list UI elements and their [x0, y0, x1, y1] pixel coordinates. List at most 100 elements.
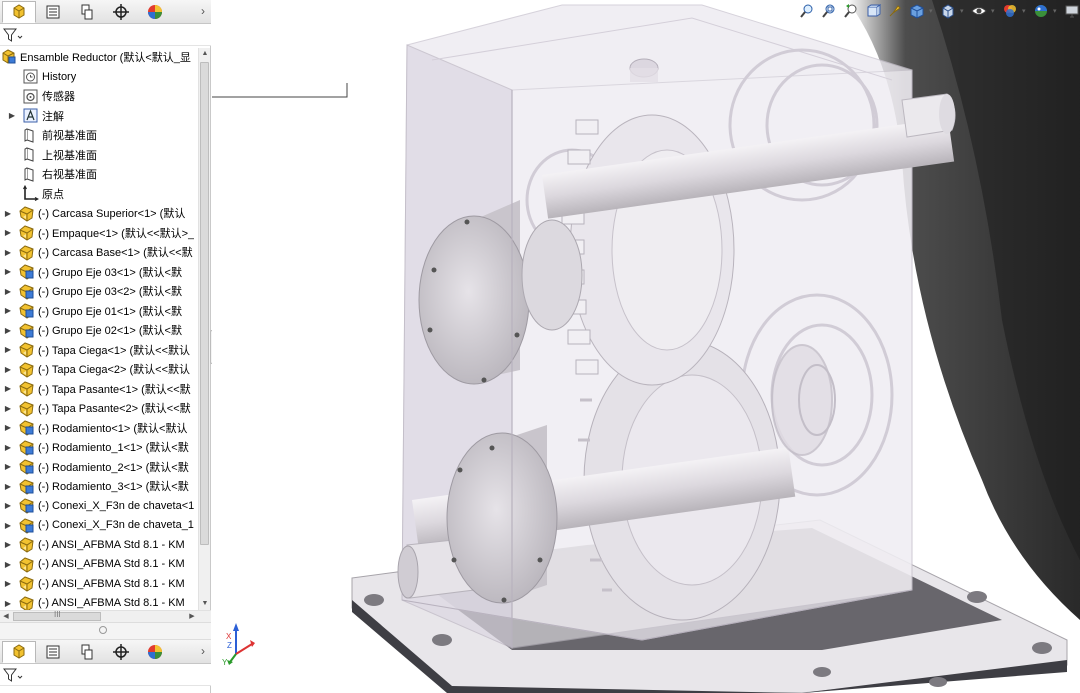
tree-item[interactable]: ▶ (-) Rodamiento_1<1> (默认<默 — [0, 438, 198, 457]
tree-item[interactable]: ▶ (-) Tapa Pasante<1> (默认<<默 — [0, 379, 198, 398]
tree-item[interactable]: ▶ (-) Grupo Eje 03<1> (默认<默 — [0, 262, 198, 281]
previous-view-button[interactable] — [841, 1, 861, 21]
tree-item[interactable]: 原点 — [0, 184, 198, 203]
expand-arrow-icon[interactable]: ▶ — [3, 228, 13, 237]
expand-arrow-icon[interactable]: ▶ — [3, 345, 13, 354]
tree-item[interactable]: ▶ (-) ANSI_AFBMA Std 8.1 - KM — [0, 574, 198, 593]
panel-tab-bar: › — [0, 0, 211, 24]
expand-arrow-icon[interactable]: ▶ — [3, 540, 13, 549]
tree-item[interactable]: ▶ (-) ANSI_AFBMA Std 8.1 - KM — [0, 594, 198, 610]
tree-item[interactable]: ▶ (-) Conexi_X_F3n de chaveta<1 — [0, 496, 198, 515]
tree-vertical-scrollbar[interactable]: ▲ ▼ — [198, 48, 210, 610]
tree-item[interactable]: History — [0, 67, 198, 86]
expand-arrow-icon[interactable]: ▶ — [3, 599, 13, 608]
scroll-thumb[interactable] — [200, 62, 209, 545]
expand-arrow-icon[interactable]: ▶ — [3, 579, 13, 588]
panel-splitter[interactable] — [0, 622, 211, 640]
tree-item[interactable]: ▶ (-) Rodamiento_2<1> (默认<默 — [0, 457, 198, 476]
expand-arrow-icon[interactable]: ▶ — [3, 326, 13, 335]
tree-item[interactable]: ▶ (-) ANSI_AFBMA Std 8.1 - KM — [0, 535, 198, 554]
dropdown-arrow-icon[interactable]: ▾ — [1053, 7, 1060, 15]
expand-arrow-icon[interactable]: ▶ — [3, 423, 13, 432]
apply-scene-button[interactable] — [1031, 1, 1051, 21]
part-icon — [18, 575, 35, 592]
expand-arrow-icon[interactable]: ▶ — [3, 462, 13, 471]
edit-appearance-button[interactable] — [1000, 1, 1020, 21]
featuremanager-tab[interactable] — [2, 1, 36, 23]
tree-item[interactable]: ▶ 注解 — [0, 106, 198, 125]
dropdown-arrow-icon[interactable]: ▾ — [1022, 7, 1029, 15]
gear-reducer-model[interactable] — [212, 0, 1080, 693]
expand-arrow-icon[interactable]: ▶ — [3, 560, 13, 569]
tree-item[interactable]: ▶ (-) Rodamiento_3<1> (默认<默 — [0, 477, 198, 496]
tree-item[interactable]: ▶ (-) Empaque<1> (默认<<默认>_ — [0, 223, 198, 242]
displaymanager-tab[interactable] — [138, 1, 172, 23]
tree-item-label: (-) Grupo Eje 02<1> (默认<默 — [38, 325, 182, 337]
expand-arrow-icon[interactable]: ▶ — [3, 306, 13, 315]
tree-item[interactable]: ▶ (-) Tapa Ciega<1> (默认<<默认 — [0, 340, 198, 359]
splitter-handle[interactable] — [99, 626, 107, 634]
section-view-button[interactable] — [863, 1, 883, 21]
expand-arrow-icon[interactable]: ▶ — [3, 267, 13, 276]
more-tabs-arrow[interactable]: › — [201, 4, 205, 18]
expand-arrow-icon[interactable]: ▶ — [3, 248, 13, 257]
part-icon — [18, 224, 35, 241]
tree-item-label: 上视基准面 — [42, 149, 97, 162]
base-bolt-hole — [813, 667, 831, 677]
expand-arrow-icon[interactable]: ▶ — [3, 501, 13, 510]
tree-item[interactable]: 前视基准面 — [0, 126, 198, 145]
expand-arrow-icon[interactable]: ▶ — [3, 521, 13, 530]
filter-icon[interactable] — [3, 27, 23, 43]
tree-item[interactable]: ▶ (-) Rodamiento<1> (默认<默认 — [0, 418, 198, 437]
expand-arrow-icon[interactable]: ▶ — [3, 209, 13, 218]
displaymanager-tab-lower[interactable] — [138, 641, 172, 663]
tree-item[interactable]: ▶ (-) Carcasa Base<1> (默认<<默 — [0, 243, 198, 262]
tree-item[interactable]: ▶ (-) Grupo Eje 03<2> (默认<默 — [0, 282, 198, 301]
zoom-to-fit-button[interactable] — [797, 1, 817, 21]
expand-arrow-icon[interactable]: ▶ — [3, 384, 13, 393]
tree-item[interactable]: ▶ (-) Conexi_X_F3n de chaveta_1 — [0, 516, 198, 535]
scroll-down-arrow[interactable]: ▼ — [199, 598, 211, 610]
display-style-button[interactable] — [938, 1, 958, 21]
tree-item-label: (-) Tapa Pasante<1> (默认<<默 — [38, 383, 191, 396]
expand-arrow-icon[interactable]: ▶ — [3, 482, 13, 491]
tree-item[interactable]: ▶ (-) Tapa Pasante<2> (默认<<默 — [0, 399, 198, 418]
view-orientation-button[interactable] — [907, 1, 927, 21]
tree-item[interactable]: ▶ (-) Carcasa Superior<1> (默认 — [0, 204, 198, 223]
more-tabs-arrow-lower[interactable]: › — [201, 644, 205, 658]
expand-arrow-icon[interactable]: ▶ — [3, 365, 13, 374]
scroll-up-arrow[interactable]: ▲ — [199, 48, 211, 60]
base-bolt-hole — [364, 594, 384, 606]
zoom-to-area-button[interactable] — [819, 1, 839, 21]
dimxpert-tab[interactable] — [104, 1, 138, 23]
propertymanager-tab[interactable] — [36, 1, 70, 23]
featuremanager-tab-lower[interactable] — [2, 641, 36, 663]
dynamic-annotation-button[interactable] — [885, 1, 905, 21]
propertymanager-tab-lower[interactable] — [36, 641, 70, 663]
dimxpert-tab-lower[interactable] — [104, 641, 138, 663]
tree-horizontal-scrollbar[interactable]: ◀ III ▶ — [0, 610, 211, 622]
view-settings-button[interactable] — [1062, 1, 1080, 21]
dropdown-arrow-icon[interactable]: ▾ — [991, 7, 998, 15]
configurationmanager-tab-lower[interactable] — [70, 641, 104, 663]
tree-root-assembly[interactable]: Ensamble Reductor (默认<默认_显 — [0, 47, 198, 66]
tree-item[interactable]: ▶ (-) Grupo Eje 01<1> (默认<默 — [0, 301, 198, 320]
dropdown-arrow-icon[interactable]: ▾ — [929, 7, 936, 15]
tree-item-label: (-) Carcasa Superior<1> (默认 — [38, 208, 186, 220]
expand-arrow-icon[interactable]: ▶ — [7, 111, 17, 120]
dropdown-arrow-icon[interactable]: ▾ — [960, 7, 967, 15]
configurationmanager-tab[interactable] — [70, 1, 104, 23]
tree-item[interactable]: ▶ (-) Grupo Eje 02<1> (默认<默 — [0, 321, 198, 340]
expand-arrow-icon[interactable]: ▶ — [3, 287, 13, 296]
graphics-area[interactable]: ▾▾▾▾▾▾ — [212, 0, 1080, 693]
tree-item[interactable]: 右视基准面 — [0, 165, 198, 184]
hscroll-thumb[interactable]: III — [13, 610, 101, 621]
tree-item[interactable]: ▶ (-) Tapa Ciega<2> (默认<<默认 — [0, 360, 198, 379]
tree-item[interactable]: 上视基准面 — [0, 145, 198, 164]
expand-arrow-icon[interactable]: ▶ — [3, 404, 13, 413]
filter-icon[interactable] — [3, 667, 23, 683]
hide-show-items-button[interactable] — [969, 1, 989, 21]
expand-arrow-icon[interactable]: ▶ — [3, 443, 13, 452]
tree-item[interactable]: 传感器 — [0, 87, 198, 106]
tree-item[interactable]: ▶ (-) ANSI_AFBMA Std 8.1 - KM — [0, 555, 198, 574]
